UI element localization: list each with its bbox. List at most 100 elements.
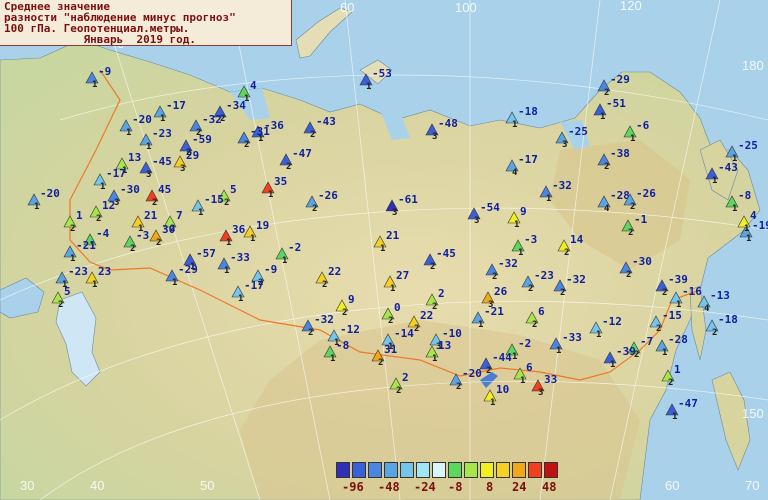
station-value: -25 bbox=[738, 139, 758, 152]
station-count: 2 bbox=[152, 198, 157, 208]
station-value: -23 bbox=[68, 265, 88, 278]
station-value: 2 bbox=[402, 371, 409, 384]
station-value: -9 bbox=[264, 263, 277, 276]
station-value: -33 bbox=[562, 331, 582, 344]
station-count: 2 bbox=[130, 244, 135, 254]
station-value: -33 bbox=[230, 251, 250, 264]
station-value: 6 bbox=[526, 361, 533, 374]
legend-swatch bbox=[496, 462, 510, 478]
station-count: 2 bbox=[310, 130, 315, 140]
station-value: -47 bbox=[292, 147, 312, 160]
station-value: -17 bbox=[518, 153, 538, 166]
station-value: 1 bbox=[76, 209, 83, 222]
station-count: 2 bbox=[70, 224, 75, 234]
station-value: -31 bbox=[250, 125, 270, 138]
station-value: -3 bbox=[136, 229, 149, 242]
station-count: 1 bbox=[712, 176, 717, 186]
station-count: 2 bbox=[492, 272, 497, 282]
station-value: -57 bbox=[196, 247, 216, 260]
station-count: 1 bbox=[226, 238, 231, 248]
station-count: 2 bbox=[532, 320, 537, 330]
station-count: 1 bbox=[92, 80, 97, 90]
station-count: 4 bbox=[512, 168, 518, 178]
legend-swatch bbox=[464, 462, 478, 478]
station-count: 3 bbox=[392, 208, 397, 218]
map-canvas: 40 60 100 120 180 150 30 40 50 60 70 -91… bbox=[0, 0, 768, 500]
station-value: -17 bbox=[244, 279, 264, 292]
station-count: 2 bbox=[224, 198, 229, 208]
station-count: 1 bbox=[596, 330, 601, 340]
station-value: -48 bbox=[438, 117, 458, 130]
station-count: 3 bbox=[180, 164, 185, 174]
station-count: 2 bbox=[456, 382, 461, 392]
station-value: 4 bbox=[750, 209, 757, 222]
station-value: -59 bbox=[192, 133, 212, 146]
station-value: 9 bbox=[348, 293, 355, 306]
station-count: 1 bbox=[330, 354, 335, 364]
station-count: 3 bbox=[432, 132, 437, 142]
station-value: -39 bbox=[616, 345, 636, 358]
station-value: -8 bbox=[336, 339, 349, 352]
station-count: 3 bbox=[562, 140, 567, 150]
grid-lon-label: 120 bbox=[620, 0, 642, 13]
station-count: 1 bbox=[172, 278, 177, 288]
station-value: -2 bbox=[288, 241, 301, 254]
station-value: -3 bbox=[524, 233, 537, 246]
station-value: -7 bbox=[640, 335, 653, 348]
station-value: 19 bbox=[256, 219, 269, 232]
station-value: 21 bbox=[386, 229, 400, 242]
station-count: 2 bbox=[312, 204, 317, 214]
title-line: Январь 2019 год. bbox=[4, 33, 197, 46]
station-value: -32 bbox=[202, 113, 222, 126]
station-value: 2 bbox=[438, 287, 445, 300]
station-value: 6 bbox=[538, 305, 545, 318]
station-value: -20 bbox=[132, 113, 152, 126]
station-value: 26 bbox=[494, 285, 508, 298]
station-count: 2 bbox=[322, 280, 327, 290]
station-count: 3 bbox=[474, 216, 479, 226]
grid-lon-label: 60 bbox=[665, 478, 679, 493]
station-value: -28 bbox=[668, 333, 688, 346]
station-value: 9 bbox=[520, 205, 527, 218]
station-value: -44 bbox=[492, 351, 512, 364]
station-value: 22 bbox=[328, 265, 341, 278]
station-count: 1 bbox=[662, 348, 667, 358]
station-count: 1 bbox=[518, 248, 523, 258]
station-count: 1 bbox=[380, 244, 385, 254]
station-count: 2 bbox=[286, 162, 291, 172]
station-count: 4 bbox=[704, 304, 710, 314]
station-value: 31 bbox=[384, 343, 398, 356]
station-count: 1 bbox=[160, 114, 165, 124]
legend-label: -96 bbox=[342, 480, 364, 494]
station-value: -32 bbox=[498, 257, 518, 270]
station-count: 1 bbox=[390, 284, 395, 294]
station-value: -18 bbox=[518, 105, 538, 118]
station-value: -14 bbox=[394, 327, 414, 340]
station-value: -2 bbox=[518, 337, 531, 350]
station-value: -38 bbox=[610, 147, 630, 160]
legend-swatch bbox=[544, 462, 558, 478]
station-count: 2 bbox=[414, 324, 419, 334]
station-count: 1 bbox=[512, 120, 517, 130]
station-count: 2 bbox=[342, 308, 347, 318]
station-count: 1 bbox=[732, 204, 737, 214]
legend-swatch bbox=[384, 462, 398, 478]
station-count: 1 bbox=[514, 220, 519, 230]
station-count: 1 bbox=[70, 254, 75, 264]
station-count: 2 bbox=[630, 202, 635, 212]
station-value: 10 bbox=[496, 383, 509, 396]
station-count: 2 bbox=[564, 248, 569, 258]
station-value: 36 bbox=[232, 223, 246, 236]
station-value: 12 bbox=[102, 199, 115, 212]
station-count: 1 bbox=[744, 224, 749, 234]
station-count: 1 bbox=[672, 412, 677, 422]
legend-label: -8 bbox=[448, 480, 463, 494]
station-count: 1 bbox=[366, 82, 371, 92]
station-count: 2 bbox=[430, 262, 435, 272]
station-value: -6 bbox=[636, 119, 650, 132]
station-value: 22 bbox=[420, 309, 433, 322]
station-count: 2 bbox=[712, 328, 717, 338]
legend-label: -24 bbox=[414, 480, 436, 494]
station-value: -8 bbox=[738, 189, 751, 202]
station-value: -15 bbox=[204, 193, 224, 206]
